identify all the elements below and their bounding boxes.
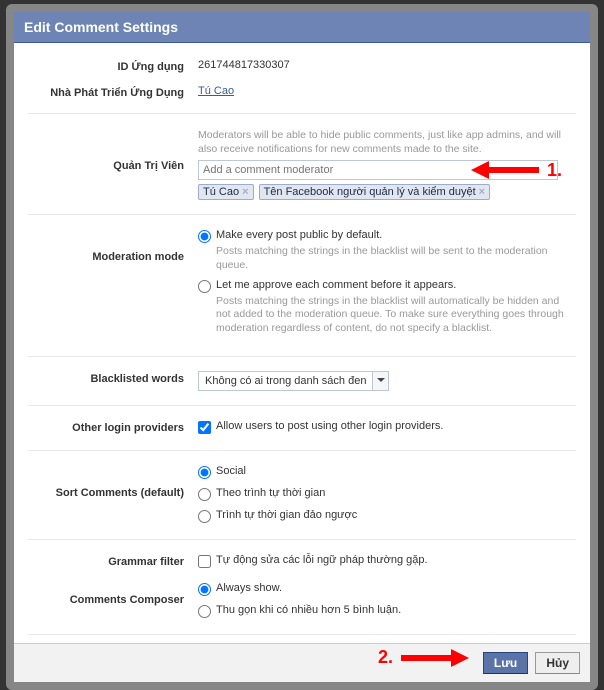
modal-title: Edit Comment Settings — [14, 12, 590, 43]
moderation-approve-desc: Posts matching the strings in the blackl… — [216, 295, 576, 336]
other-login-checkbox[interactable] — [198, 421, 211, 434]
separator — [28, 356, 576, 357]
moderation-approve-radio[interactable] — [198, 280, 211, 293]
chevron-down-icon[interactable] — [372, 372, 388, 390]
label-moderation-mode: Moderation mode — [28, 229, 198, 263]
settings-modal: Edit Comment Settings ID Ứng dụng 261744… — [6, 4, 598, 690]
grammar-text: Tự động sửa các lỗi ngữ pháp thường gặp. — [216, 554, 428, 566]
separator — [28, 634, 576, 635]
separator — [28, 113, 576, 114]
label-app-id: ID Ứng dụng — [28, 59, 198, 73]
moderator-tokens: Tú Cao× Tên Facebook người quản lý và ki… — [198, 184, 576, 200]
grammar-checkbox[interactable] — [198, 555, 211, 568]
separator — [28, 214, 576, 215]
label-moderators: Quản Trị Viên — [28, 128, 198, 172]
separator — [28, 450, 576, 451]
value-app-id: 261744817330307 — [198, 59, 576, 71]
sort-reverse-label: Trình tự thời gian đảo ngược — [216, 509, 357, 521]
moderation-public-label: Make every post public by default. — [216, 229, 382, 241]
blacklist-value: Không có ai trong danh sách đen — [199, 375, 372, 387]
moderator-input[interactable] — [198, 160, 558, 180]
label-sort: Sort Comments (default) — [28, 465, 198, 499]
label-blacklist: Blacklisted words — [28, 371, 198, 385]
sort-chrono-label: Theo trình tự thời gian — [216, 487, 325, 499]
developer-link[interactable]: Tú Cao — [198, 85, 234, 97]
label-composer: Comments Composer — [28, 582, 198, 606]
save-button[interactable]: Lưu — [483, 652, 528, 674]
label-developer: Nhà Phát Triển Ứng Dụng — [28, 85, 198, 99]
separator — [28, 539, 576, 540]
moderation-public-radio[interactable] — [198, 230, 211, 243]
remove-token-icon[interactable]: × — [479, 186, 485, 198]
moderator-token[interactable]: Tên Facebook người quản lý và kiểm duyệt… — [259, 184, 491, 200]
sort-social-label: Social — [216, 465, 246, 477]
blacklist-select[interactable]: Không có ai trong danh sách đen — [198, 371, 389, 391]
separator — [28, 405, 576, 406]
composer-collapse-label: Thu gọn khi có nhiều hơn 5 bình luận. — [216, 604, 401, 616]
composer-collapse-radio[interactable] — [198, 605, 211, 618]
cancel-button[interactable]: Hủy — [535, 652, 580, 674]
sort-social-radio[interactable] — [198, 466, 211, 479]
modal-footer: Lưu Hủy — [14, 643, 590, 682]
composer-always-radio[interactable] — [198, 583, 211, 596]
label-other-login: Other login providers — [28, 420, 198, 434]
sort-reverse-radio[interactable] — [198, 510, 211, 523]
other-login-text: Allow users to post using other login pr… — [216, 420, 443, 432]
modal-content: ID Ứng dụng 261744817330307 Nhà Phát Tri… — [14, 43, 590, 635]
moderation-approve-label: Let me approve each comment before it ap… — [216, 279, 456, 291]
composer-always-label: Always show. — [216, 582, 282, 594]
label-grammar: Grammar filter — [28, 554, 198, 568]
moderator-token[interactable]: Tú Cao× — [198, 184, 254, 200]
moderators-desc: Moderators will be able to hide public c… — [198, 128, 576, 156]
remove-token-icon[interactable]: × — [242, 186, 248, 198]
moderation-public-desc: Posts matching the strings in the blackl… — [216, 245, 576, 272]
sort-chrono-radio[interactable] — [198, 488, 211, 501]
